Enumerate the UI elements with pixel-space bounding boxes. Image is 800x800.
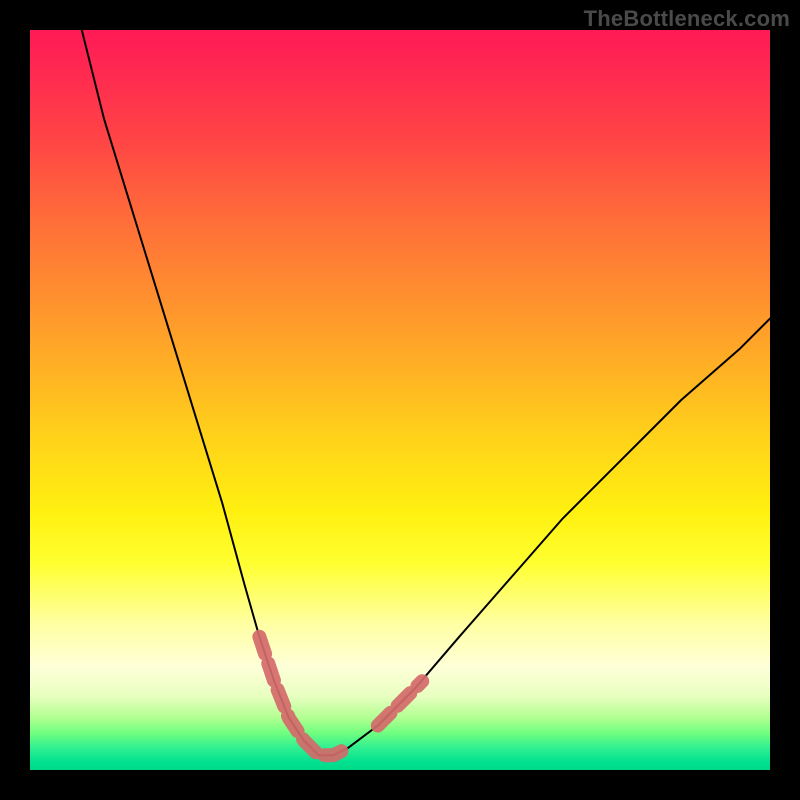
highlight-right <box>378 681 422 725</box>
bottleneck-curve <box>82 30 770 755</box>
highlight-left <box>259 637 348 755</box>
watermark-text: TheBottleneck.com <box>584 6 790 32</box>
chart-area <box>30 30 770 770</box>
chart-svg <box>30 30 770 770</box>
